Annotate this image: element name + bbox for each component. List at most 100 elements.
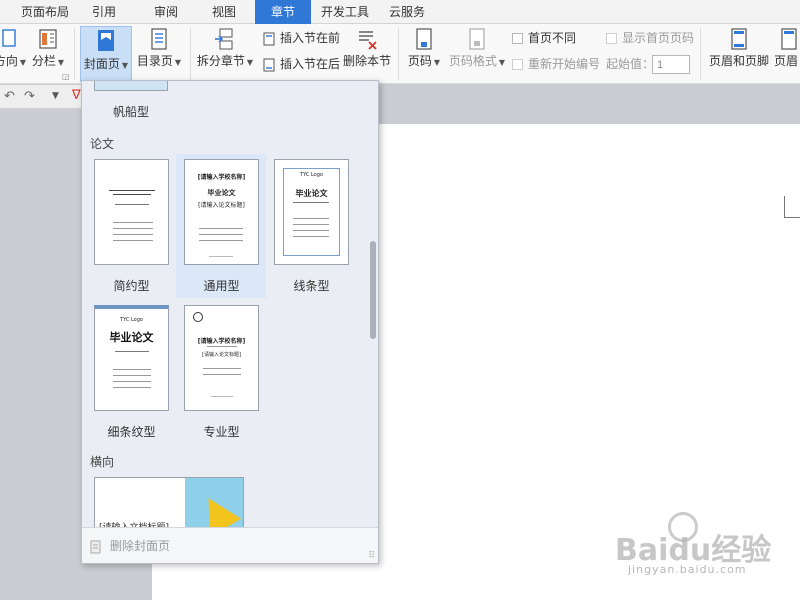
ribbon-separator: [74, 28, 75, 80]
tab-view[interactable]: 视图: [204, 0, 244, 24]
cover-thumb-sailboat[interactable]: [94, 81, 168, 91]
restart-numbering-checkbox[interactable]: 重新开始编号: [512, 55, 600, 73]
ribbon-separator: [700, 28, 701, 80]
page-number-label: 页码: [407, 54, 432, 68]
header-label: 页眉: [774, 54, 799, 68]
customize-dropdown-icon[interactable]: ▼: [52, 91, 59, 101]
restart-numbering-label: 重新开始编号: [528, 57, 601, 71]
ribbon-toolbar: 方向▼ 分栏▼ ◲ 封面页▼ 目录页▼ 拆分章节▼ 插入节在前 插入节在后 删除…: [0, 24, 800, 84]
thumb-text: [请输入论文标题]: [198, 202, 245, 209]
format-painter-icon[interactable]: ∇: [72, 88, 81, 103]
delete-section-label: 删除本节: [342, 54, 391, 68]
insert-section-before-button[interactable]: 插入节在前: [262, 29, 340, 47]
delete-section-icon: [359, 31, 377, 50]
checkbox-box[interactable]: [512, 59, 523, 70]
page-number-format-button[interactable]: 页码格式 ▼: [448, 28, 506, 78]
tab-cloud-services[interactable]: 云服务: [385, 0, 429, 24]
insert-before-icon: [263, 32, 275, 45]
group-expander-icon[interactable]: ◲: [62, 72, 70, 81]
gallery-section-thesis: 论文: [90, 137, 115, 151]
cover-thumb-general[interactable]: [请输入学校名称] 毕业论文 [请输入论文标题]: [184, 159, 259, 265]
checkbox-box[interactable]: [512, 33, 523, 44]
checkbox-box[interactable]: [606, 33, 617, 44]
cover-thumb-professional[interactable]: [请输入学校名称] [请输入论文标题]: [184, 305, 259, 411]
thumb-text: TYC Logo: [120, 317, 143, 323]
quick-access-toolbar: ↶ ↷ ▼ ∇: [0, 85, 82, 109]
header-footer-icon: [731, 28, 747, 50]
cover-page-button[interactable]: 封面页 ▼: [80, 26, 132, 82]
cover-page-label: 封面页: [83, 57, 120, 71]
menu-tab-bar: 页面布局 引用 审阅 视图 章节 开发工具 云服务: [0, 0, 800, 24]
thumb-text: 毕业论文: [295, 189, 328, 198]
columns-icon: [39, 29, 57, 49]
cover-page-icon: [98, 30, 114, 51]
start-value-input[interactable]: [652, 55, 690, 74]
split-section-icon: [215, 28, 233, 50]
gallery-scrollbar-thumb[interactable]: [370, 241, 376, 339]
cover-thumb-line[interactable]: TYC Logo 毕业论文: [274, 159, 349, 265]
thumb-text: 毕业论文: [109, 331, 154, 344]
thumb-text: 毕业论文: [207, 189, 236, 197]
start-value-label: 起始值：: [606, 57, 655, 71]
show-first-page-number-checkbox[interactable]: 显示首页页码: [606, 29, 694, 47]
orientation-icon: [2, 29, 16, 47]
delete-cover-label: 删除封面页: [110, 539, 171, 553]
page-number-icon: [416, 28, 432, 50]
cover-caption-line: 线条型: [293, 279, 330, 293]
cover-page-gallery: 帆船型 论文 简约型 [请输入学校名称] 毕业论文 [请输入论文标题] 通用型 …: [81, 80, 379, 564]
page-number-format-label: 页码格式: [448, 54, 497, 68]
delete-cover-icon: [90, 540, 101, 553]
insert-section-after-label: 插入节在后: [280, 57, 341, 71]
resize-grip-icon[interactable]: ⠿: [368, 551, 375, 561]
cover-caption-general: 通用型: [203, 279, 240, 293]
tab-references[interactable]: 引用: [84, 0, 124, 24]
ribbon-separator: [398, 28, 399, 80]
insert-section-after-button[interactable]: 插入节在后: [262, 55, 340, 73]
delete-section-button[interactable]: 删除本节: [342, 28, 392, 78]
tab-page-layout[interactable]: 页面布局: [14, 0, 76, 24]
split-section-label: 拆分章节: [196, 54, 245, 68]
undo-icon[interactable]: ↶: [4, 89, 15, 104]
columns-button[interactable]: 分栏 ▼: [30, 28, 66, 78]
cover-thumb-simple[interactable]: [94, 159, 169, 265]
show-first-page-number-label: 显示首页页码: [622, 31, 695, 45]
gallery-footer: 删除封面页 ⠿: [82, 527, 378, 563]
header-icon: [781, 28, 797, 50]
thumb-text: TYC Logo: [300, 172, 323, 178]
page-number-format-icon: [469, 28, 485, 50]
split-section-button[interactable]: 拆分章节 ▼: [196, 28, 254, 78]
tab-section[interactable]: 章节: [255, 0, 311, 24]
toc-page-icon: [151, 28, 167, 50]
gallery-section-landscape: 横向: [90, 455, 115, 469]
document-canvas-left: [0, 110, 82, 600]
first-page-different-label: 首页不同: [528, 31, 577, 45]
first-page-different-checkbox[interactable]: 首页不同: [512, 29, 576, 47]
start-value-group: 起始值：: [606, 55, 654, 73]
page-margin-marker: [784, 196, 800, 218]
cover-caption-simple: 简约型: [113, 279, 150, 293]
insert-after-icon: [263, 58, 275, 71]
redo-icon[interactable]: ↷: [24, 89, 35, 104]
tab-developer-tools[interactable]: 开发工具: [316, 0, 374, 24]
cover-caption-fine-stripe: 细条纹型: [107, 425, 156, 439]
orientation-button[interactable]: 方向▼: [0, 28, 28, 78]
header-button[interactable]: 页眉: [774, 28, 800, 78]
header-footer-button[interactable]: 页眉和页脚: [706, 28, 772, 78]
thumb-text: [请输入学校名称]: [197, 338, 246, 345]
cover-caption-sailboat: 帆船型: [112, 105, 149, 119]
cover-caption-professional: 专业型: [203, 425, 240, 439]
toc-page-label: 目录页: [136, 54, 173, 68]
thumb-text: [请输入学校名称]: [197, 174, 246, 181]
watermark-url: jingyan.baidu.com: [628, 563, 747, 576]
thumb-text: [请输入论文标题]: [202, 352, 241, 358]
columns-label: 分栏: [31, 54, 56, 68]
cover-thumb-fine-stripe[interactable]: TYC Logo 毕业论文: [94, 305, 169, 411]
tab-review[interactable]: 审阅: [146, 0, 186, 24]
page-number-button[interactable]: 页码 ▼: [404, 28, 444, 78]
toc-page-button[interactable]: 目录页 ▼: [134, 28, 184, 78]
ribbon-separator: [190, 28, 191, 80]
delete-cover-button[interactable]: 删除封面页: [90, 536, 170, 556]
orientation-label: 方向: [0, 54, 18, 68]
header-footer-label: 页眉和页脚: [708, 54, 769, 68]
insert-section-before-label: 插入节在前: [280, 31, 341, 45]
